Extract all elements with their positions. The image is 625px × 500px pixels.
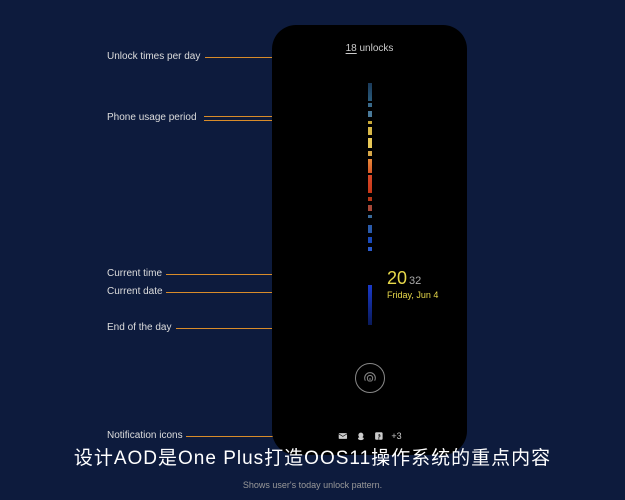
timeline-segment <box>368 197 372 201</box>
callout-notif-icons: Notification icons <box>107 430 183 441</box>
facebook-icon[interactable] <box>373 431 383 441</box>
unlock-count: 18 unlocks <box>286 43 453 54</box>
callout-unlock-times: Unlock times per day <box>107 51 200 62</box>
timeline-segment <box>368 127 372 135</box>
callout-end-of-day: End of the day <box>107 322 172 333</box>
notif-more-count[interactable]: +3 <box>391 431 401 441</box>
timeline-segment <box>368 205 372 211</box>
timeline-segment <box>368 225 372 233</box>
timeline-segment <box>368 83 372 101</box>
time-hour: 20 <box>387 268 407 288</box>
timeline-segment <box>368 121 372 124</box>
callout-usage-period: Phone usage period <box>107 112 197 123</box>
notification-row: +3 <box>337 431 401 441</box>
timeline-segment <box>368 159 372 173</box>
timeline-segment <box>368 237 372 243</box>
timeline-segment <box>368 111 372 117</box>
unlock-number: 18 <box>346 43 357 54</box>
unlock-label: unlocks <box>360 43 394 54</box>
time-minute: 32 <box>409 275 421 287</box>
mail-icon[interactable] <box>337 431 347 441</box>
timeline-segment <box>368 175 372 193</box>
qq-icon[interactable] <box>355 431 365 441</box>
phone-frame: 18 unlocks 2032 Friday, Jun 4 <box>272 25 467 455</box>
callout-current-date: Current date <box>107 286 163 297</box>
timeline-segment <box>368 103 372 107</box>
timeline-segment <box>368 247 372 251</box>
current-time: 2032 <box>387 268 421 289</box>
usage-timeline <box>368 83 372 343</box>
timeline-segment <box>368 215 372 218</box>
headline-text: 设计AOD是One Plus打造OOS11操作系统的重点内容 <box>0 443 625 470</box>
callout-current-time: Current time <box>107 268 162 279</box>
timeline-segment <box>368 151 372 156</box>
timeline-future <box>368 285 372 325</box>
current-date: Friday, Jun 4 <box>387 290 438 300</box>
fingerprint-icon[interactable] <box>355 363 385 393</box>
subtitle-text: Shows user's today unlock pattern. <box>0 480 625 490</box>
timeline-segment <box>368 138 372 148</box>
